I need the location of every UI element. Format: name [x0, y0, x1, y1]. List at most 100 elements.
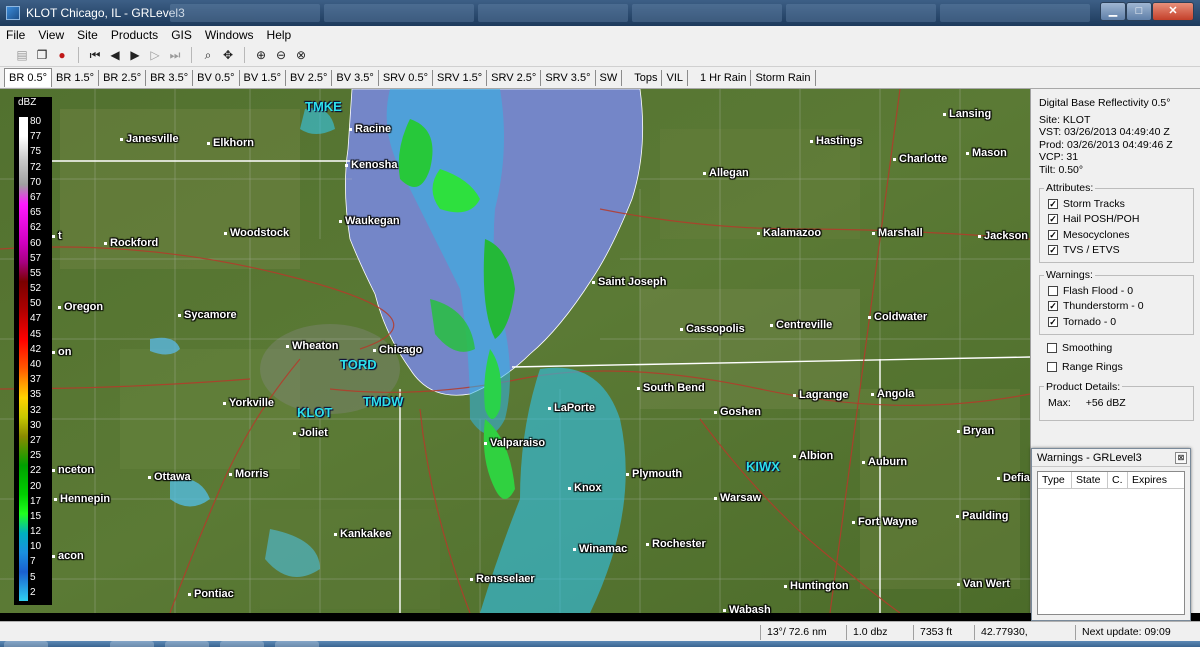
tab-bv-0-5[interactable]: BV 0.5° [193, 69, 240, 86]
checkbox-box[interactable]: ✓ [1048, 301, 1058, 312]
zoom-icon[interactable]: ⌕ [200, 47, 216, 63]
taskbar-app-button[interactable] [165, 641, 209, 647]
close-icon[interactable]: ⊠ [1175, 452, 1187, 464]
menu-view[interactable]: View [38, 28, 64, 42]
scale-tick-label: 60 [30, 237, 42, 249]
max-value-row: Max: +56 dBZ [1048, 397, 1189, 409]
tab-br-2-5[interactable]: BR 2.5° [99, 69, 147, 86]
tab-srv-3-5[interactable]: SRV 3.5° [541, 69, 596, 86]
radar-site-kiwx[interactable]: KIWX [746, 459, 780, 474]
radar-site-tmdw[interactable]: TMDW [363, 394, 403, 409]
column-state[interactable]: State [1072, 472, 1108, 488]
os-taskbar [0, 641, 1200, 647]
zoom-out-icon[interactable]: ⊖ [273, 47, 289, 63]
close-button[interactable]: ✕ [1152, 2, 1194, 21]
zoom-in-icon[interactable]: ⊕ [253, 47, 269, 63]
tab-storm-rain[interactable]: Storm Rain [751, 69, 816, 86]
menu-site[interactable]: Site [77, 28, 98, 42]
taskbar-app-button[interactable] [220, 641, 264, 647]
taskbar-start-button[interactable] [4, 641, 48, 647]
city-label: Mason [966, 147, 1007, 159]
tab-srv-0-5[interactable]: SRV 0.5° [379, 69, 433, 86]
max-label: Max: [1048, 396, 1071, 409]
checkbox-box[interactable]: ✓ [1048, 229, 1058, 240]
city-label: Wabash [723, 604, 771, 613]
taskbar-app-button[interactable] [275, 641, 319, 647]
play-icon[interactable]: ▶ [127, 47, 143, 63]
checkbox-box[interactable] [1047, 343, 1057, 354]
zoom-reset-icon[interactable]: ⊗ [293, 47, 309, 63]
scale-tick-label: 27 [30, 434, 42, 446]
tab-bv-2-5[interactable]: BV 2.5° [286, 69, 333, 86]
tab-bv-1-5[interactable]: BV 1.5° [240, 69, 286, 86]
checkbox-box[interactable] [1047, 361, 1057, 372]
city-label: on [52, 346, 71, 358]
background-taskbar-tabs [170, 4, 1090, 22]
column-expires[interactable]: Expires [1128, 472, 1184, 488]
checkbox-box[interactable] [1048, 285, 1058, 296]
city-label: Valparaiso [484, 437, 545, 449]
checkbox-thunderstorm[interactable]: ✓ Thunderstorm - 0 [1048, 299, 1189, 315]
checkbox-tvs[interactable]: ✓ TVS / ETVS [1048, 243, 1189, 259]
checkbox-box[interactable]: ✓ [1048, 245, 1058, 256]
city-label: Jackson [978, 230, 1028, 242]
status-height: 7353 ft [913, 625, 973, 640]
checkbox-box[interactable]: ✓ [1048, 214, 1058, 225]
taskbar-app-button[interactable] [110, 641, 154, 647]
checkbox-mesocyclones[interactable]: ✓ Mesocyclones [1048, 227, 1189, 243]
radar-site-tmke[interactable]: TMKE [305, 99, 342, 114]
radar-site-klot[interactable]: KLOT [297, 405, 332, 420]
toolbar-separator [191, 47, 192, 63]
previous-frame-icon[interactable]: ◀ [107, 47, 123, 63]
checkbox-range-rings[interactable]: Range Rings [1047, 359, 1194, 375]
tab-sw[interactable]: SW [596, 69, 623, 86]
minimize-button[interactable]: ▁ [1100, 2, 1126, 21]
checkbox-smoothing[interactable]: Smoothing [1047, 341, 1194, 357]
checkbox-tornado[interactable]: ✓ Tornado - 0 [1048, 314, 1189, 330]
warnings-window-title[interactable]: Warnings - GRLevel3 [1032, 449, 1190, 467]
warnings-table[interactable]: Type State C. Expires [1037, 471, 1185, 615]
city-label: Lagrange [793, 389, 849, 401]
checkbox-flash-flood[interactable]: Flash Flood - 0 [1048, 283, 1189, 299]
column-type[interactable]: Type [1038, 472, 1072, 488]
tab-vil[interactable]: VIL [662, 69, 688, 86]
checkbox-hail[interactable]: ✓ Hail POSH/POH [1048, 212, 1189, 228]
city-label: Winamac [573, 543, 627, 555]
tab-br-1-5[interactable]: BR 1.5° [52, 69, 100, 86]
maximize-button[interactable]: □ [1126, 2, 1152, 21]
menu-gis[interactable]: GIS [171, 28, 192, 42]
first-frame-icon[interactable]: ⏮ [87, 47, 103, 63]
menu-file[interactable]: File [6, 28, 25, 42]
menu-products[interactable]: Products [111, 28, 158, 42]
next-frame-icon[interactable]: ▷ [147, 47, 163, 63]
radar-site-tord[interactable]: TORD [340, 357, 377, 372]
status-next-update: Next update: 09:09 [1075, 625, 1200, 640]
city-label: Kenosha [345, 159, 397, 171]
column-c[interactable]: C. [1108, 472, 1128, 488]
pan-icon[interactable]: ✥ [220, 47, 236, 63]
tab-srv-2-5[interactable]: SRV 2.5° [487, 69, 542, 86]
checkbox-box[interactable]: ✓ [1048, 198, 1058, 209]
radar-map[interactable]: dBZ 80 77 75 72 70 67 65 62 60 57 55 52 50 47 45 42 40 37… [0, 89, 1030, 613]
city-label: Hennepin [54, 493, 110, 505]
copy-icon[interactable]: ❐ [34, 47, 50, 63]
tab-srv-1-5[interactable]: SRV 1.5° [433, 69, 488, 86]
menu-windows[interactable]: Windows [205, 28, 254, 42]
save-icon[interactable]: ▤ [14, 47, 30, 63]
city-label: Saint Joseph [592, 276, 666, 288]
tab-1hr-rain[interactable]: 1 Hr Rain [696, 69, 752, 86]
tab-br-3-5[interactable]: BR 3.5° [146, 69, 194, 86]
checkbox-label: Storm Tracks [1063, 197, 1125, 210]
tab-br-0-5[interactable]: BR 0.5° [4, 68, 53, 87]
vst-info: VST: 03/26/2013 04:49:40 Z [1039, 126, 1170, 138]
record-icon[interactable]: ● [54, 47, 70, 63]
menu-help[interactable]: Help [267, 28, 292, 42]
tab-tops[interactable]: Tops [630, 69, 663, 86]
city-label: Allegan [703, 167, 749, 179]
scale-tick-label: 75 [30, 146, 42, 158]
checkbox-storm-tracks[interactable]: ✓ Storm Tracks [1048, 196, 1189, 212]
tab-bv-3-5[interactable]: BV 3.5° [332, 69, 379, 86]
last-frame-icon[interactable]: ⏭ [167, 47, 183, 63]
checkbox-box[interactable]: ✓ [1048, 316, 1058, 327]
status-value: 1.0 dbz [846, 625, 912, 640]
